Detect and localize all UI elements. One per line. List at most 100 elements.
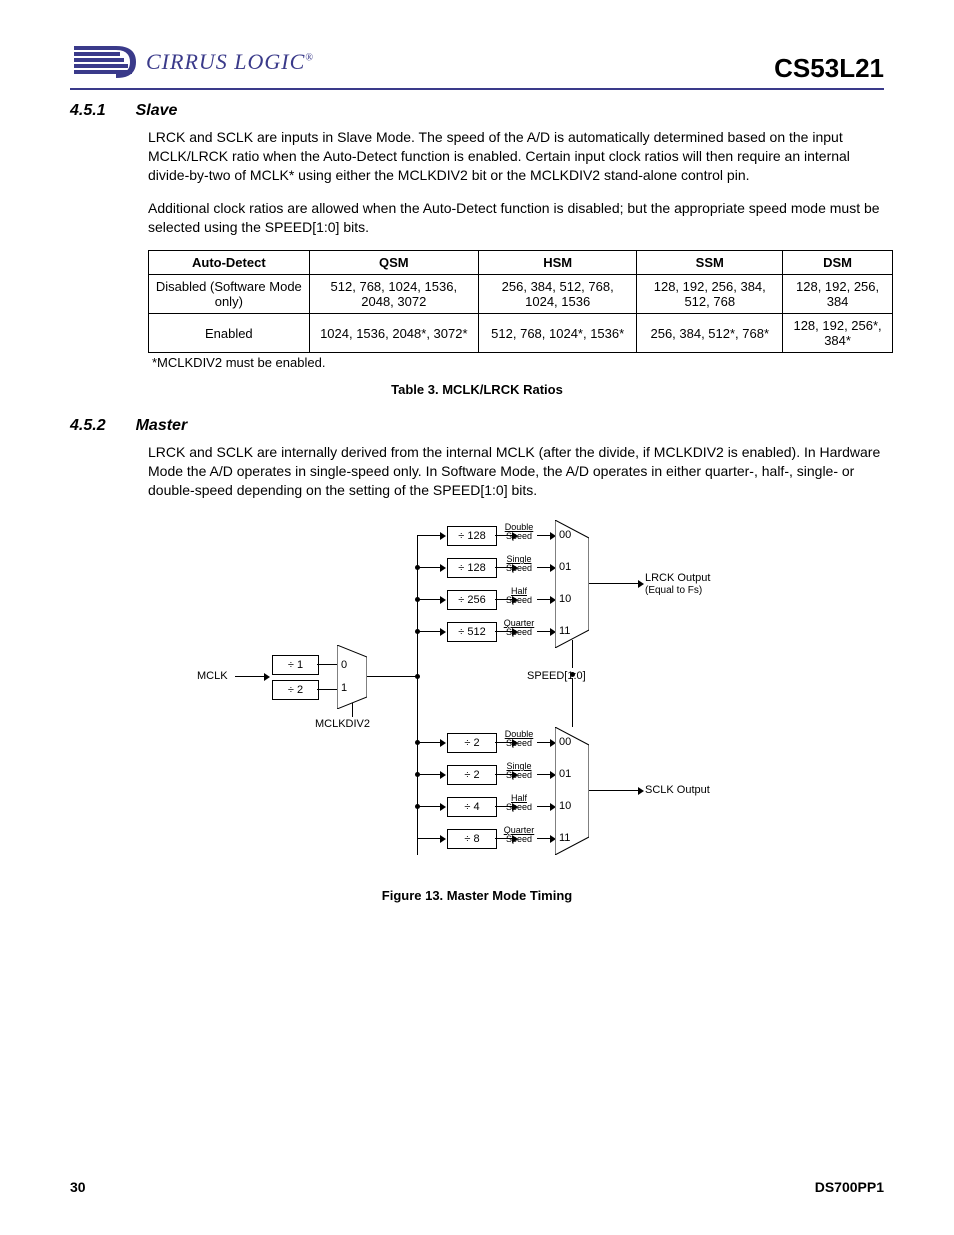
doc-id: DS700PP1 (815, 1179, 884, 1195)
th-qsm: QSM (309, 251, 478, 275)
mclk-label: MCLK (197, 670, 228, 682)
diagram: MCLK ÷ 1 ÷ 2 0 1 MCLKDIV2 (197, 520, 757, 880)
speed-label: HalfSpeed (499, 794, 539, 812)
page-footer: 30 DS700PP1 (70, 1179, 884, 1195)
mux-mclkdiv2 (337, 645, 367, 709)
wire (537, 631, 551, 632)
th-auto: Auto-Detect (149, 251, 310, 275)
cell: 128, 192, 256*, 384* (783, 314, 893, 353)
wire (537, 774, 551, 775)
speed-label: QuarterSpeed (499, 826, 539, 844)
cell: 256, 384, 512, 768, 1024, 1536 (478, 275, 636, 314)
mux-code: 01 (559, 768, 571, 780)
wire (417, 631, 441, 632)
mclkdiv2-label: MCLKDIV2 (315, 718, 370, 730)
wire (417, 742, 441, 743)
mux-code: 01 (559, 561, 571, 573)
wire (537, 742, 551, 743)
div1-box: ÷ 1 (272, 655, 319, 675)
para-451-2: Additional clock ratios are allowed when… (148, 199, 884, 237)
speed-label: DoubleSpeed (499, 730, 539, 748)
wire (537, 806, 551, 807)
wire (417, 599, 441, 600)
cell: Disabled (Software Mode only) (149, 275, 310, 314)
figure-13: MCLK ÷ 1 ÷ 2 0 1 MCLKDIV2 (70, 520, 884, 903)
divbox: ÷ 512 (447, 622, 497, 642)
wire (537, 599, 551, 600)
cell: 1024, 1536, 2048*, 3072* (309, 314, 478, 353)
wire (417, 774, 441, 775)
wire (235, 676, 265, 677)
wire (572, 678, 573, 728)
divbox: ÷ 4 (447, 797, 497, 817)
cell: 256, 384, 512*, 768* (637, 314, 783, 353)
wire (417, 838, 441, 839)
mux-sel-1: 1 (341, 682, 347, 694)
logo: CIRRUS LOGIC® (70, 40, 314, 84)
div2-box: ÷ 2 (272, 680, 319, 700)
cell: 128, 192, 256, 384 (783, 275, 893, 314)
cell: 128, 192, 256, 384, 512, 768 (637, 275, 783, 314)
divbox: ÷ 128 (447, 558, 497, 578)
mux-code: 00 (559, 529, 571, 541)
speed-label: QuarterSpeed (499, 619, 539, 637)
divbox: ÷ 2 (447, 733, 497, 753)
wire (417, 567, 441, 568)
sclk-output-label: SCLK Output (645, 784, 710, 796)
heading-4-5-2: 4.5.2 Master (70, 417, 884, 435)
table-row: Auto-Detect QSM HSM SSM DSM (149, 251, 893, 275)
mux-code: 00 (559, 736, 571, 748)
wire (572, 640, 573, 668)
section-number: 4.5.2 (70, 417, 106, 435)
figure-caption: Figure 13. Master Mode Timing (70, 888, 884, 903)
divbox: ÷ 256 (447, 590, 497, 610)
divbox: ÷ 8 (447, 829, 497, 849)
wire (317, 664, 337, 665)
table-footnote: *MCLKDIV2 must be enabled. (152, 355, 884, 370)
mux-code: 11 (559, 832, 570, 844)
section-number: 4.5.1 (70, 102, 106, 120)
wire (367, 676, 417, 677)
wire (537, 838, 551, 839)
mux-code: 10 (559, 800, 571, 812)
mux-code: 10 (559, 593, 571, 605)
cell: 512, 768, 1024, 1536, 2048, 3072 (309, 275, 478, 314)
th-dsm: DSM (783, 251, 893, 275)
speed-signal-label: SPEED[1:0] (527, 670, 586, 682)
wire (589, 790, 639, 791)
table-3: Auto-Detect QSM HSM SSM DSM Disabled (So… (148, 250, 893, 353)
divbox: ÷ 128 (447, 526, 497, 546)
page-header: CIRRUS LOGIC® CS53L21 (70, 40, 884, 90)
speed-label: HalfSpeed (499, 587, 539, 605)
logo-text: CIRRUS LOGIC® (146, 49, 314, 75)
table-caption: Table 3. MCLK/LRCK Ratios (70, 382, 884, 397)
table-row: Enabled 1024, 1536, 2048*, 3072* 512, 76… (149, 314, 893, 353)
th-hsm: HSM (478, 251, 636, 275)
lrck-output-label: LRCK Output (645, 572, 710, 584)
table-row: Disabled (Software Mode only) 512, 768, … (149, 275, 893, 314)
wire (537, 567, 551, 568)
wire (417, 806, 441, 807)
section-title: Master (136, 417, 188, 435)
th-ssm: SSM (637, 251, 783, 275)
wire (317, 689, 337, 690)
para-452-1: LRCK and SCLK are internally derived fro… (148, 443, 884, 500)
wire (589, 583, 639, 584)
speed-label: SingleSpeed (499, 555, 539, 573)
divbox: ÷ 2 (447, 765, 497, 785)
wire (537, 535, 551, 536)
mux-code: 11 (559, 625, 570, 637)
wire (352, 703, 353, 717)
speed-label: DoubleSpeed (499, 523, 539, 541)
speed-label: SingleSpeed (499, 762, 539, 780)
lrck-sub-label: (Equal to Fs) (645, 585, 702, 596)
cell: 512, 768, 1024*, 1536* (478, 314, 636, 353)
section-title: Slave (136, 102, 178, 120)
para-451-1: LRCK and SCLK are inputs in Slave Mode. … (148, 128, 884, 185)
cirrus-logo-icon (70, 40, 140, 84)
heading-4-5-1: 4.5.1 Slave (70, 102, 884, 120)
part-number: CS53L21 (774, 53, 884, 84)
cell: Enabled (149, 314, 310, 353)
mux-sel-0: 0 (341, 659, 347, 671)
wire (417, 535, 441, 536)
